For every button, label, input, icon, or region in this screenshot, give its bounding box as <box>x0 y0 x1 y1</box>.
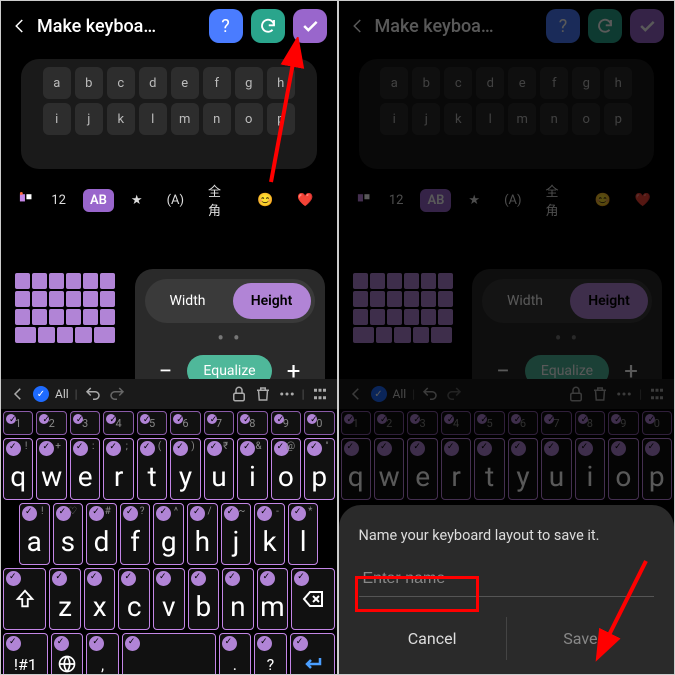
key-j[interactable]: ~j <box>221 503 252 565</box>
screenshot-left: Make keyboa… ? abcdefgh ijklmnop 12 AB ★… <box>0 0 338 675</box>
num-key[interactable]: 7 <box>204 411 234 435</box>
key-p[interactable]: "p <box>304 438 334 500</box>
width-tab[interactable]: Width <box>149 283 227 319</box>
chevron-left-icon[interactable] <box>9 385 27 403</box>
preview-key[interactable]: p <box>267 103 295 135</box>
preview-key[interactable]: j <box>75 103 103 135</box>
preview-key[interactable]: e <box>171 67 199 99</box>
preview-key[interactable]: m <box>171 103 199 135</box>
key-u[interactable]: ₹u <box>204 438 234 500</box>
cat-letters[interactable]: AB <box>83 189 114 212</box>
cat-star[interactable]: ★ <box>124 189 150 212</box>
key-x[interactable]: x <box>84 568 116 630</box>
key-f[interactable]: ?f <box>120 503 151 565</box>
key-k[interactable]: -k <box>254 503 285 565</box>
key-l[interactable]: *l <box>288 503 319 565</box>
cancel-button[interactable]: Cancel <box>359 617 506 660</box>
key-s[interactable]: ♡s <box>53 503 84 565</box>
num-key[interactable]: 0 <box>304 411 334 435</box>
reset-button[interactable] <box>251 9 285 43</box>
redo-icon[interactable] <box>108 385 126 403</box>
more-icon[interactable] <box>278 385 296 403</box>
shift-key[interactable] <box>3 568 46 630</box>
page-title: Make keyboa… <box>37 16 201 37</box>
save-button[interactable]: Save <box>506 617 654 660</box>
all-label[interactable]: All <box>55 387 69 401</box>
preview-key[interactable]: o <box>235 103 263 135</box>
cat-numbers[interactable]: 12 <box>44 189 73 212</box>
help-button[interactable]: ? <box>209 9 243 43</box>
question-key[interactable]: ? <box>254 633 287 675</box>
comma-key[interactable]: , <box>86 633 119 675</box>
key-w[interactable]: +w <box>36 438 66 500</box>
symbols-key[interactable]: !#1 <box>3 633 48 675</box>
key-z[interactable]: z <box>49 568 81 630</box>
layout-graphic <box>15 273 115 359</box>
confirm-button[interactable] <box>293 9 327 43</box>
globe-key[interactable] <box>51 633 84 675</box>
preview-key[interactable]: b <box>75 67 103 99</box>
cat-emoji[interactable]: 😊 <box>250 189 280 212</box>
preview-key[interactable]: n <box>203 103 231 135</box>
preview-key[interactable]: k <box>107 103 135 135</box>
cat-paren[interactable]: (A) <box>160 189 191 212</box>
cat-fullwidth[interactable]: 全角 <box>201 177 240 223</box>
period-key[interactable]: . <box>219 633 252 675</box>
key-b[interactable]: b <box>188 568 220 630</box>
cat-heart[interactable]: ❤️ <box>290 189 320 212</box>
key-c[interactable]: c <box>118 568 150 630</box>
key-y[interactable]: )y <box>170 438 200 500</box>
preview-key[interactable]: d <box>139 67 167 99</box>
space-key[interactable] <box>122 633 216 675</box>
key-v[interactable]: v <box>153 568 185 630</box>
selectall-icon[interactable]: ✓ <box>33 386 49 402</box>
category-bar: 12 AB ★ (A) 全角 😊 ❤️ <box>1 177 337 223</box>
num-key[interactable]: 4 <box>103 411 133 435</box>
preview-key[interactable]: f <box>203 67 231 99</box>
screenshot-right: Make keyboa… ? abcdefgh ijklmnop 12 AB ★… <box>338 0 675 675</box>
keyboard: 1234567890 !q +w :e ;r (t )y ₹u &i @o "p… <box>1 409 337 674</box>
dialog-title: Name your keyboard layout to save it. <box>359 527 655 544</box>
design-icon[interactable] <box>17 191 34 209</box>
num-key[interactable]: 9 <box>271 411 301 435</box>
save-dialog: Name your keyboard layout to save it. Ca… <box>339 505 675 674</box>
num-key[interactable]: 2 <box>36 411 66 435</box>
preview-key[interactable]: c <box>107 67 135 99</box>
key-i[interactable]: &i <box>237 438 267 500</box>
settings-icon[interactable] <box>311 385 329 403</box>
num-key[interactable]: 8 <box>237 411 267 435</box>
key-r[interactable]: ;r <box>103 438 133 500</box>
key-n[interactable]: n <box>222 568 254 630</box>
lock-icon[interactable] <box>230 385 248 403</box>
preview-key[interactable]: g <box>235 67 263 99</box>
trash-icon[interactable] <box>254 385 272 403</box>
key-a[interactable]: !a <box>19 503 50 565</box>
key-o[interactable]: @o <box>271 438 301 500</box>
page-dots: • • <box>145 326 315 350</box>
preview-key[interactable]: i <box>43 103 71 135</box>
key-d[interactable]: #d <box>86 503 117 565</box>
num-key[interactable]: 5 <box>137 411 167 435</box>
back-icon[interactable] <box>11 17 29 35</box>
height-tab[interactable]: Height <box>233 283 311 319</box>
key-m[interactable]: m <box>257 568 289 630</box>
key-g[interactable]: ^g <box>153 503 184 565</box>
backspace-key[interactable] <box>291 568 334 630</box>
name-input[interactable] <box>359 562 655 597</box>
key-t[interactable]: (t <box>137 438 167 500</box>
enter-key[interactable] <box>290 633 335 675</box>
key-q[interactable]: !q <box>3 438 33 500</box>
keyboard-toolbar: ✓ All | | <box>1 379 337 409</box>
num-key[interactable]: 6 <box>170 411 200 435</box>
key-preview: abcdefgh ijklmnop <box>21 59 317 169</box>
preview-key[interactable]: a <box>43 67 71 99</box>
header: Make keyboa… ? <box>1 1 337 51</box>
key-h[interactable]: /h <box>187 503 218 565</box>
undo-icon[interactable] <box>84 385 102 403</box>
preview-key[interactable]: h <box>267 67 295 99</box>
preview-key[interactable]: l <box>139 103 167 135</box>
num-key[interactable]: 3 <box>70 411 100 435</box>
key-e[interactable]: :e <box>70 438 100 500</box>
num-key[interactable]: 1 <box>3 411 33 435</box>
